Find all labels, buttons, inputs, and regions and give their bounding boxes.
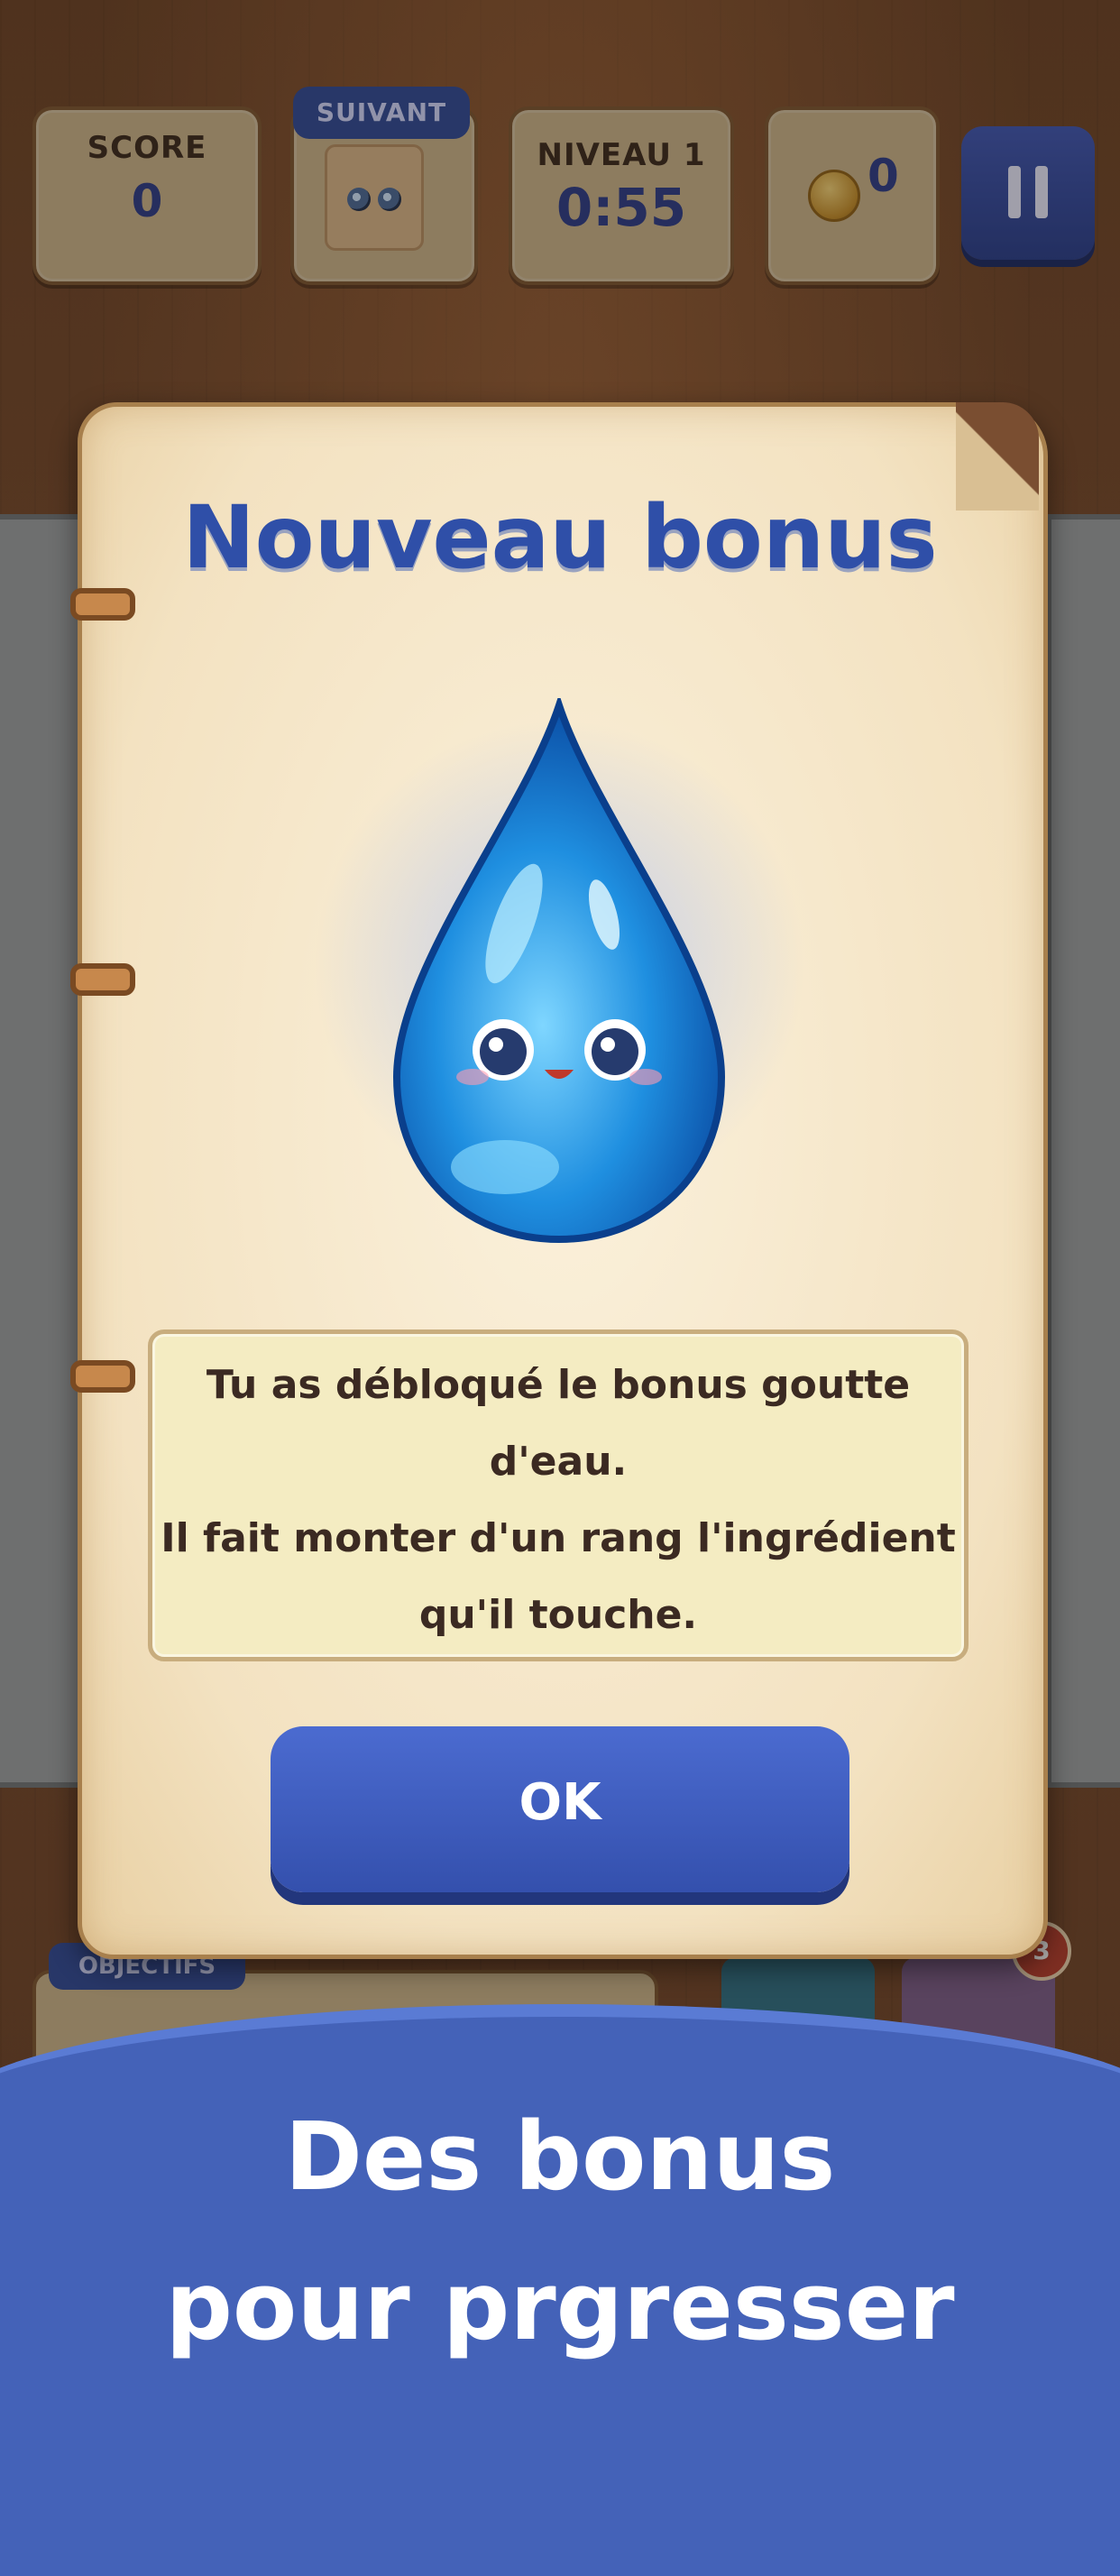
water-drop-icon — [392, 698, 726, 1244]
description-line: d'eau. — [489, 1439, 628, 1485]
ok-button[interactable]: OK — [271, 1726, 849, 1892]
description-line: Il fait monter d'un rang l'ingrédient — [161, 1515, 956, 1561]
binder-ring — [70, 588, 135, 621]
binder-ring — [70, 1360, 135, 1393]
promo-line2: pour prgresser — [165, 2251, 955, 2361]
bonus-description: Tu as débloqué le bonus goutte d'eau. Il… — [148, 1329, 969, 1661]
binder-ring — [70, 963, 135, 996]
description-line: qu'il touche. — [418, 1592, 698, 1638]
description-line: Tu as débloqué le bonus goutte — [206, 1362, 911, 1408]
promo-line1: Des bonus — [284, 2102, 836, 2212]
modal-title: Nouveau bonus — [182, 487, 938, 588]
